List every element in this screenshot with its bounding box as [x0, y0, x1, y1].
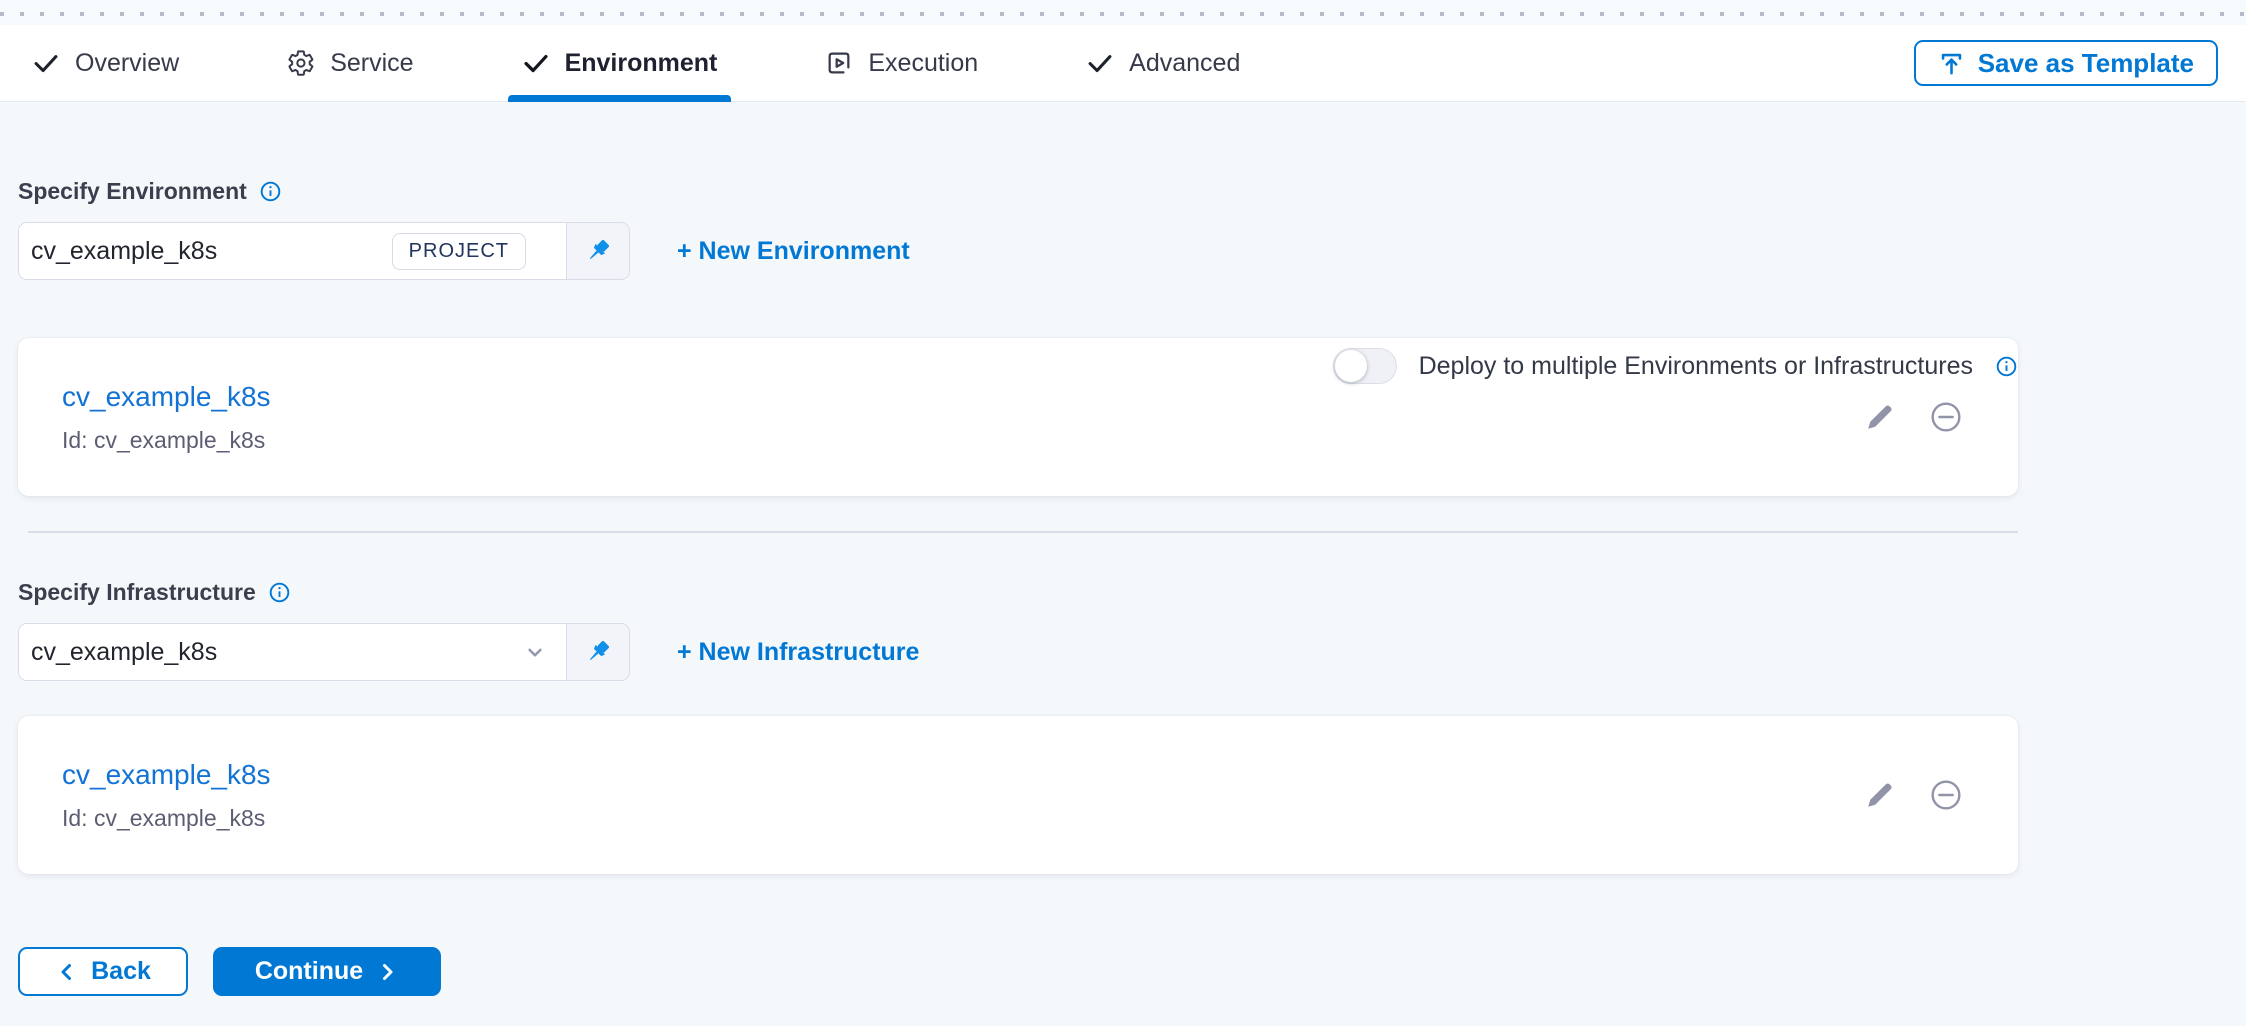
info-icon[interactable]	[259, 180, 282, 203]
pencil-icon	[1864, 401, 1896, 433]
toggle-knob	[1335, 350, 1367, 382]
specify-infrastructure-label: Specify Infrastructure	[18, 579, 256, 606]
infrastructure-card-name-link[interactable]: cv_example_k8s	[62, 759, 271, 791]
new-infrastructure-link[interactable]: + New Infrastructure	[677, 638, 919, 667]
edit-environment-button[interactable]	[1864, 401, 1896, 433]
check-icon	[1086, 49, 1114, 77]
info-icon[interactable]	[268, 581, 291, 604]
infrastructure-card: cv_example_k8s Id: cv_example_k8s	[18, 716, 2018, 874]
infrastructure-card-id: Id: cv_example_k8s	[62, 805, 271, 832]
environment-card-id: Id: cv_example_k8s	[62, 427, 271, 454]
pin-infrastructure-button[interactable]	[566, 624, 629, 680]
infrastructure-select: cv_example_k8s	[18, 623, 630, 681]
tab-environment[interactable]: Environment	[508, 25, 732, 101]
stage-tabbar: Overview Service Environment Execution A…	[0, 25, 2246, 102]
continue-button[interactable]: Continue	[213, 947, 441, 996]
multi-env-toggle[interactable]	[1333, 348, 1397, 384]
save-as-template-button[interactable]: Save as Template	[1914, 40, 2218, 86]
environment-card-name-link[interactable]: cv_example_k8s	[62, 381, 271, 413]
infrastructure-dropdown[interactable]: cv_example_k8s	[19, 624, 566, 680]
pin-icon	[583, 236, 613, 266]
infrastructure-card-info: cv_example_k8s Id: cv_example_k8s	[62, 759, 271, 832]
tab-overview[interactable]: Overview	[18, 25, 193, 101]
tab-service[interactable]: Service	[273, 25, 427, 101]
tab-execution[interactable]: Execution	[811, 25, 992, 101]
play-square-icon	[825, 49, 853, 77]
tab-label: Overview	[75, 49, 179, 78]
check-icon	[522, 49, 550, 77]
environment-step-content: Specify Environment cv_example_k8s PROJE…	[18, 178, 2018, 996]
infrastructure-card-actions	[1864, 779, 1962, 811]
check-icon	[32, 49, 60, 77]
environment-value: cv_example_k8s	[31, 237, 392, 266]
pencil-icon	[1864, 779, 1896, 811]
stage-panel-top-strip	[0, 0, 2246, 25]
environment-select: cv_example_k8s PROJECT	[18, 222, 630, 280]
pin-icon	[583, 637, 613, 667]
minus-circle-icon	[1930, 401, 1962, 433]
chevron-right-icon	[375, 960, 399, 984]
chevron-left-icon	[55, 960, 79, 984]
back-label: Back	[91, 957, 151, 986]
environment-input[interactable]: cv_example_k8s PROJECT	[19, 223, 566, 279]
info-icon[interactable]	[1995, 355, 2018, 378]
step-footer: Back Continue	[18, 947, 2018, 996]
infrastructure-value: cv_example_k8s	[31, 638, 522, 667]
tab-label: Execution	[868, 49, 978, 78]
continue-label: Continue	[255, 957, 363, 986]
environment-card-info: cv_example_k8s Id: cv_example_k8s	[62, 381, 271, 454]
specify-environment-label: Specify Environment	[18, 178, 247, 205]
stage-tabs: Overview Service Environment Execution A…	[18, 25, 1254, 101]
remove-infrastructure-button[interactable]	[1930, 779, 1962, 811]
new-environment-link[interactable]: + New Environment	[677, 237, 910, 266]
remove-environment-button[interactable]	[1930, 401, 1962, 433]
chevron-down-icon	[522, 639, 548, 665]
upload-template-icon	[1938, 50, 1965, 77]
scope-badge: PROJECT	[392, 233, 526, 270]
tab-label: Service	[330, 49, 413, 78]
back-button[interactable]: Back	[18, 947, 188, 996]
minus-circle-icon	[1930, 779, 1962, 811]
gear-icon	[287, 49, 315, 77]
tab-label: Advanced	[1129, 49, 1240, 78]
environment-card-actions	[1864, 401, 1962, 433]
tab-advanced[interactable]: Advanced	[1072, 25, 1254, 101]
section-divider	[28, 531, 2018, 533]
tab-label: Environment	[565, 49, 718, 78]
dotted-divider	[0, 12, 2246, 16]
save-as-template-label: Save as Template	[1978, 48, 2194, 79]
edit-infrastructure-button[interactable]	[1864, 779, 1896, 811]
multi-env-toggle-row: Deploy to multiple Environments or Infra…	[1333, 348, 2018, 384]
multi-env-toggle-label: Deploy to multiple Environments or Infra…	[1419, 352, 1973, 381]
pin-environment-button[interactable]	[566, 223, 629, 279]
